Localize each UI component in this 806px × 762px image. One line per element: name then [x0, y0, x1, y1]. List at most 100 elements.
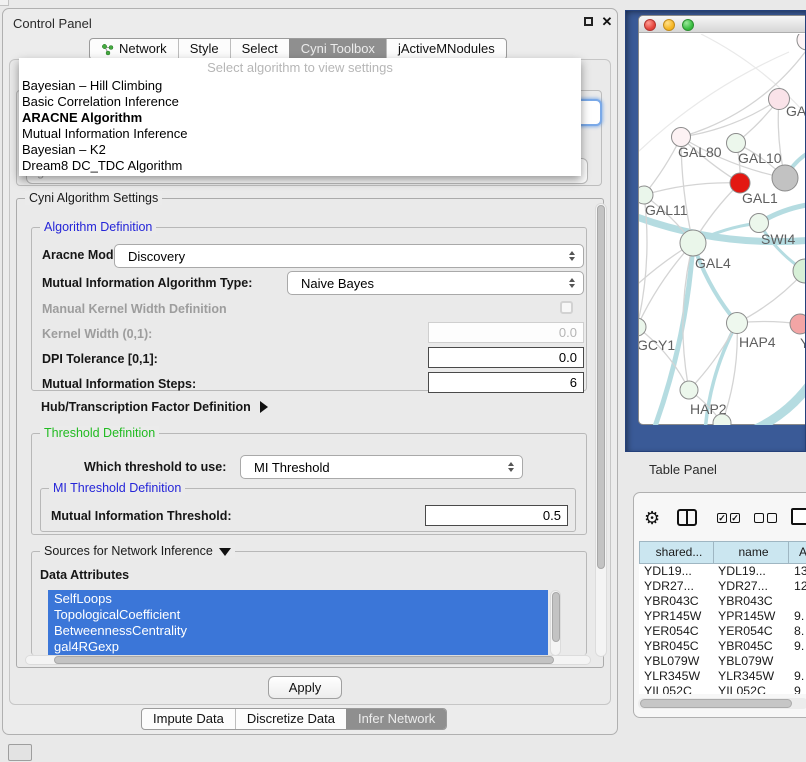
table-header-row: shared... name A: [639, 541, 806, 564]
aracne-mode-label: Aracne Mode:: [42, 244, 125, 266]
table-row[interactable]: YBL079WYBL079W: [639, 654, 806, 669]
table-row[interactable]: YLR345WYLR345W9.: [639, 669, 806, 684]
tab-jactivemnodules[interactable]: jActiveMNodules: [386, 39, 506, 59]
table-row[interactable]: YBR043CYBR043C: [639, 594, 806, 609]
close-traffic-light[interactable]: [644, 19, 656, 31]
network-node-label: GAL80: [678, 144, 722, 160]
gear-icon[interactable]: ⚙: [644, 506, 660, 530]
column-header-clipped[interactable]: A: [789, 542, 806, 563]
collapse-down-icon[interactable]: [219, 548, 231, 556]
network-node-label: GAL11: [645, 202, 688, 218]
tab-impute-data[interactable]: Impute Data: [142, 709, 235, 729]
settings-horizontal-scrollbar[interactable]: [25, 655, 591, 665]
hub-definition-label: Hub/Transcription Factor Definition: [41, 400, 251, 414]
minimized-window-icon[interactable]: [8, 744, 32, 761]
network-node-label: GAL10: [738, 150, 782, 166]
network-node-edge-node[interactable]: [797, 34, 806, 50]
mi-steps-field[interactable]: 6: [428, 372, 584, 393]
table-body: YDL19...YDL19...13 YDR27...YDR27...12 YB…: [639, 564, 806, 694]
tab-infer-network[interactable]: Infer Network: [346, 709, 446, 729]
new-table-icon[interactable]: [791, 508, 806, 525]
table-row[interactable]: YDR27...YDR27...12: [639, 579, 806, 594]
attributes-scrollbar[interactable]: [550, 590, 561, 656]
network-node-hap4[interactable]: [727, 313, 748, 334]
table-row[interactable]: YIL052CYIL052C9: [639, 684, 806, 694]
scrollbar-thumb[interactable]: [640, 699, 792, 708]
attribute-item-selected[interactable]: gal4RGexp: [54, 639, 548, 655]
network-edge[interactable]: [644, 137, 681, 195]
algorithm-definition-group: Algorithm Definition Aracne Mode: Discov…: [31, 227, 587, 391]
attribute-item-selected[interactable]: TopologicalCoefficient: [54, 607, 548, 623]
manual-kernel-checkbox[interactable]: [560, 301, 573, 314]
table-row[interactable]: YPR145WYPR145W9.: [639, 609, 806, 624]
network-node-hap2[interactable]: [680, 381, 698, 399]
dpi-tolerance-field[interactable]: 0.0: [428, 347, 584, 368]
screen: Control Panel ✕ Network Style Select Cyn…: [0, 0, 806, 762]
threshold-definition-title: Threshold Definition: [40, 426, 159, 440]
network-node-salmon[interactable]: [790, 314, 806, 334]
which-threshold-label: Which threshold to use:: [84, 456, 226, 478]
kernel-width-field[interactable]: 0.0: [428, 322, 584, 343]
network-node-gray1[interactable]: [772, 165, 798, 191]
minimize-traffic-light[interactable]: [663, 19, 675, 31]
top-tab-bar: Network Style Select Cyni Toolbox jActiv…: [89, 38, 507, 60]
mi-threshold-field[interactable]: 0.5: [425, 505, 568, 526]
network-node-gal4[interactable]: [680, 230, 706, 256]
zoom-traffic-light[interactable]: [682, 19, 694, 31]
tab-label: Infer Network: [358, 709, 435, 729]
apply-button[interactable]: Apply: [268, 676, 342, 699]
network-edge[interactable]: [681, 44, 806, 137]
dropdown-item[interactable]: Dream8 DC_TDC Algorithm: [19, 158, 581, 174]
aracne-mode-select[interactable]: Discovery: [114, 244, 584, 268]
network-edge[interactable]: [749, 380, 806, 425]
hub-definition-toggle[interactable]: Hub/Transcription Factor Definition: [41, 397, 268, 417]
scrollbar-thumb[interactable]: [54, 656, 554, 664]
column-header-shared-name[interactable]: shared...: [640, 542, 714, 563]
network-window-titlebar[interactable]: [639, 16, 806, 33]
network-node-label: GAL: [786, 103, 806, 119]
bottom-tab-bar: Impute Data Discretize Data Infer Networ…: [141, 708, 447, 730]
tab-label: Discretize Data: [247, 709, 335, 729]
dropdown-item[interactable]: Bayesian – Hill Climbing: [19, 78, 581, 94]
mi-type-select[interactable]: Naive Bayes: [287, 271, 584, 295]
network-view-window: GALGAL80GAL10GAL1GAL11SWI4GAL4GCY1HAP4YH…: [638, 15, 806, 425]
network-edge[interactable]: [644, 183, 740, 195]
tab-select[interactable]: Select: [230, 39, 289, 59]
network-desktop: GALGAL80GAL10GAL1GAL11SWI4GAL4GCY1HAP4YH…: [625, 10, 806, 452]
table-horizontal-scrollbar[interactable]: [638, 698, 806, 709]
float-window-icon[interactable]: [584, 17, 593, 26]
attribute-item-selected[interactable]: BetweennessCentrality: [54, 623, 548, 639]
close-icon[interactable]: ✕: [600, 13, 614, 31]
which-threshold-select[interactable]: MI Threshold: [240, 455, 523, 479]
table-row[interactable]: YBR045CYBR045C9.: [639, 639, 806, 654]
network-edge[interactable]: [639, 52, 789, 152]
which-threshold-value: MI Threshold: [254, 460, 330, 475]
tab-style[interactable]: Style: [178, 39, 230, 59]
tab-label: Cyni Toolbox: [301, 39, 375, 59]
tab-discretize-data[interactable]: Discretize Data: [235, 709, 346, 729]
dropdown-item[interactable]: Bayesian – K2: [19, 142, 581, 158]
network-node-swi4[interactable]: [750, 214, 769, 233]
manual-kernel-label: Manual Kernel Width Definition: [42, 298, 227, 320]
control-panel-window: Control Panel ✕ Network Style Select Cyn…: [2, 8, 618, 735]
select-all-icon[interactable]: ✓✓: [717, 513, 740, 523]
deselect-all-icon[interactable]: [754, 513, 777, 523]
network-node-label: GAL4: [695, 255, 731, 271]
table-row[interactable]: YDL19...YDL19...13: [639, 564, 806, 579]
dropdown-item[interactable]: Basic Correlation Inference: [19, 94, 581, 110]
algorithm-definition-title: Algorithm Definition: [40, 220, 156, 234]
dropdown-item[interactable]: Mutual Information Inference: [19, 126, 581, 142]
tab-cyni-toolbox[interactable]: Cyni Toolbox: [289, 39, 386, 59]
tab-network[interactable]: Network: [90, 39, 178, 59]
columns-icon[interactable]: [677, 509, 697, 526]
mi-threshold-label: Mutual Information Threshold:: [51, 505, 232, 527]
column-header-name[interactable]: name: [714, 542, 789, 563]
tab-label: Network: [119, 39, 167, 59]
dropdown-item-selected[interactable]: ARACNE Algorithm: [19, 110, 581, 126]
attribute-item-selected[interactable]: SelfLoops: [54, 591, 548, 607]
scrollbar-thumb[interactable]: [597, 205, 605, 569]
table-row[interactable]: YER054CYER054C8.: [639, 624, 806, 639]
network-canvas[interactable]: GALGAL80GAL10GAL1GAL11SWI4GAL4GCY1HAP4YH…: [639, 34, 806, 425]
scrollbar-thumb[interactable]: [552, 592, 560, 642]
settings-vertical-scrollbar[interactable]: [595, 203, 607, 657]
